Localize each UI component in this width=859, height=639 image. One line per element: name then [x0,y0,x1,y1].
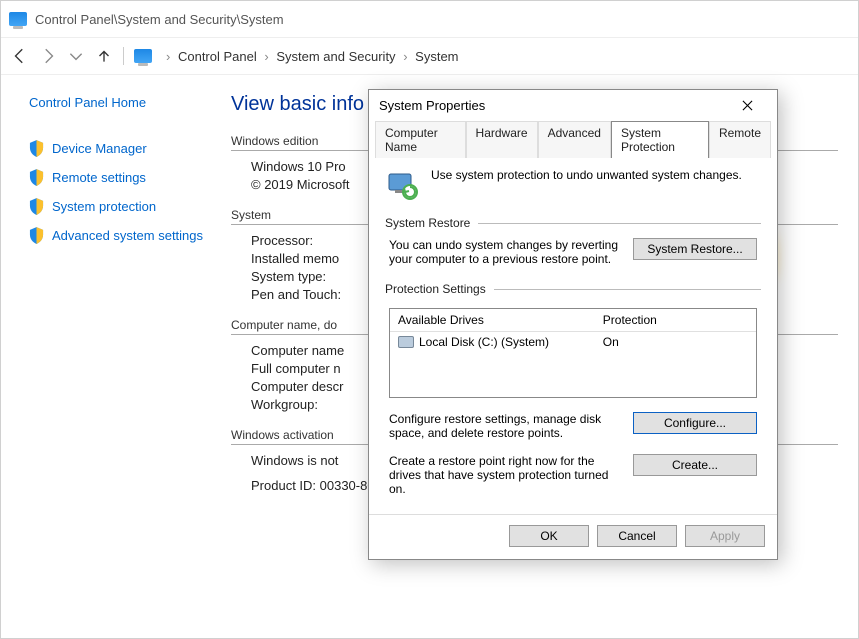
drives-table[interactable]: Available Drives Protection Local Disk (… [389,308,757,398]
col-available-drives: Available Drives [390,309,595,332]
configure-desc: Configure restore settings, manage disk … [389,412,623,440]
restore-desc: You can undo system changes by reverting… [389,238,623,266]
tab-computer-name[interactable]: Computer Name [375,121,466,158]
tab-hardware[interactable]: Hardware [466,121,538,158]
shield-icon [29,198,44,215]
nav-label: System protection [52,199,156,214]
drive-name: Local Disk (C:) (System) [419,335,549,349]
forward-button[interactable] [39,47,57,65]
toolbar: › Control Panel › System and Security › … [1,37,858,75]
shield-icon [29,169,44,186]
tab-body: Use system protection to undo unwanted s… [375,157,771,514]
system-properties-dialog: System Properties Computer Name Hardware… [368,89,778,560]
nav-label: Advanced system settings [52,228,203,243]
disk-icon [398,336,414,348]
ok-button[interactable]: OK [509,525,589,547]
nav-label: Remote settings [52,170,146,185]
control-panel-window: Control Panel\System and Security\System… [0,0,859,639]
col-protection: Protection [595,309,756,332]
close-button[interactable] [727,90,767,120]
create-button[interactable]: Create... [633,454,757,476]
crumb-sys[interactable]: System [415,49,458,64]
system-icon-small [134,49,152,63]
title-text: Control Panel\System and Security\System [35,12,284,27]
create-desc: Create a restore point right now for the… [389,454,623,496]
cancel-button[interactable]: Cancel [597,525,677,547]
tab-system-protection[interactable]: System Protection [611,121,709,158]
fieldset-label: Protection Settings [385,282,486,296]
drive-protection: On [595,332,756,352]
left-nav: Control Panel Home Device Manager Remote… [1,75,221,506]
nav-advanced-settings[interactable]: Advanced system settings [29,227,209,244]
apply-button[interactable]: Apply [685,525,765,547]
intro-text: Use system protection to undo unwanted s… [431,168,742,182]
dialog-tabs: Computer Name Hardware Advanced System P… [369,120,777,157]
separator [123,47,124,65]
fieldset-system-restore: System Restore You can undo system chang… [385,216,761,268]
crumb-ss[interactable]: System and Security [276,49,395,64]
drive-row[interactable]: Local Disk (C:) (System) On [390,332,756,352]
breadcrumb[interactable]: › Control Panel › System and Security › … [162,49,459,64]
control-panel-home-link[interactable]: Control Panel Home [29,95,209,110]
nav-device-manager[interactable]: Device Manager [29,140,209,157]
title-bar: Control Panel\System and Security\System [1,1,858,37]
tab-remote[interactable]: Remote [709,121,771,158]
recent-dropdown[interactable] [67,47,85,65]
up-button[interactable] [95,47,113,65]
configure-button[interactable]: Configure... [633,412,757,434]
tab-advanced[interactable]: Advanced [538,121,611,158]
back-button[interactable] [11,47,29,65]
system-icon [9,12,27,26]
shield-icon [29,140,44,157]
fieldset-protection-settings: Protection Settings Available Drives Pro… [385,282,761,498]
dialog-title: System Properties [379,98,485,113]
nav-system-protection[interactable]: System protection [29,198,209,215]
system-restore-button[interactable]: System Restore... [633,238,757,260]
fieldset-label: System Restore [385,216,470,230]
nav-label: Device Manager [52,141,147,156]
dialog-title-bar[interactable]: System Properties [369,90,777,120]
shield-icon [29,227,44,244]
dialog-button-row: OK Cancel Apply [369,514,777,559]
system-protection-icon [385,168,419,202]
crumb-cp[interactable]: Control Panel [178,49,257,64]
nav-remote-settings[interactable]: Remote settings [29,169,209,186]
